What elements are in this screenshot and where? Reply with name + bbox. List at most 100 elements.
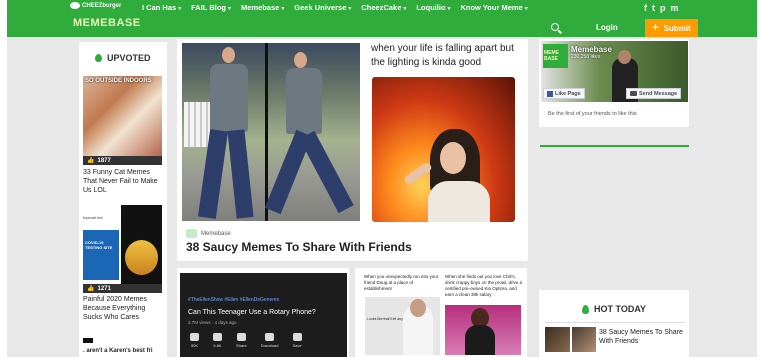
download-label: Download bbox=[260, 343, 279, 348]
thumbs-up-icon bbox=[190, 333, 199, 341]
upvote-count: 1271 bbox=[97, 285, 111, 292]
hot-item-thumb[interactable] bbox=[545, 327, 570, 352]
caret-down-icon: ▼ bbox=[227, 6, 232, 12]
main-nav: I Can Has▼ FAIL Blog▼ Memebase▼ Geek Uni… bbox=[142, 3, 529, 12]
like-button[interactable]: 50K bbox=[190, 333, 199, 348]
video-title[interactable]: Can This Teenager Use a Rotary Phone? bbox=[188, 309, 316, 316]
thumb-phone-image bbox=[121, 205, 162, 284]
like-page-button[interactable]: Like Page bbox=[543, 88, 585, 99]
source-label: Memebase bbox=[201, 230, 231, 237]
dislike-button[interactable]: 6.6K bbox=[213, 333, 222, 348]
social-links: f t p m bbox=[644, 3, 679, 13]
upvoted-title-2020[interactable]: Painful 2020 Memes Because Everything Su… bbox=[83, 295, 165, 322]
facebook-icon[interactable]: f bbox=[644, 3, 647, 13]
cover-person-head bbox=[618, 50, 631, 64]
hot-item-title[interactable]: 38 Saucy Memes To Share With Friends bbox=[599, 328, 684, 346]
meme-image-man: Looks like that'll let anybody in here l… bbox=[365, 297, 440, 355]
save-icon bbox=[292, 333, 302, 341]
thumb-tweet-text: COVID-19 TESTING SITE bbox=[85, 240, 113, 250]
video-meta: 2.7M views · 4 days ago bbox=[188, 320, 237, 325]
nav-geek-universe[interactable]: Geek Universe▼ bbox=[294, 3, 352, 12]
memebase-logo[interactable]: MEMEBASE bbox=[73, 17, 141, 29]
mobile-icon[interactable]: m bbox=[671, 3, 679, 13]
meme-image-woman bbox=[445, 305, 521, 355]
save-button[interactable]: Save bbox=[292, 333, 302, 348]
facebook-icon bbox=[547, 90, 553, 97]
nav-fail-blog[interactable]: FAIL Blog▼ bbox=[191, 3, 232, 12]
source-line[interactable]: Memebase bbox=[186, 229, 231, 238]
thumb-tweet-image: COVID-19 TESTING SITE bbox=[83, 230, 119, 280]
upvoted-thumb-cats[interactable]: SO OUTSIDE INDOORS bbox=[83, 76, 162, 157]
woman-face bbox=[440, 142, 466, 174]
caret-down-icon: ▼ bbox=[446, 6, 452, 12]
section-divider bbox=[540, 145, 689, 147]
upvoted-heading: UPVOTED bbox=[95, 53, 151, 63]
share-icon bbox=[236, 333, 246, 341]
submit-button[interactable]: + Submit bbox=[645, 19, 698, 37]
video-hashtags[interactable]: #TheEllenShow #Ellen #EllenDeGeneres bbox=[188, 297, 279, 303]
facebook-friends-text: Be the first of your friends to like thi… bbox=[548, 111, 637, 117]
meme-text-right: When she finds out you love Chili's, dri… bbox=[445, 274, 523, 297]
person-head bbox=[222, 47, 235, 63]
nav-loquilio[interactable]: Loquilio▼ bbox=[416, 3, 451, 12]
thumbs-up-icon: 👍 bbox=[87, 286, 95, 292]
nav-know-your-meme[interactable]: Know Your Meme▼ bbox=[460, 3, 528, 12]
image-divider bbox=[265, 43, 268, 221]
cheezburger-icon bbox=[70, 2, 80, 9]
feature-image-fire-selfie bbox=[372, 77, 515, 222]
nav-label: CheezCake bbox=[361, 3, 402, 12]
facebook-page-logo[interactable]: MEME BASE bbox=[543, 44, 568, 68]
download-icon bbox=[265, 333, 275, 341]
upvote-count-badge: 👍 1877 bbox=[83, 156, 162, 165]
cheezburger-logo[interactable]: CHEEZburger bbox=[70, 2, 121, 9]
submit-label: Submit bbox=[663, 23, 691, 33]
thumbs-up-icon: 👍 bbox=[87, 158, 95, 164]
nav-label: Loquilio bbox=[416, 3, 446, 12]
meme-text-left: When you unexpectedly run into your frie… bbox=[364, 274, 439, 291]
memebase-source-icon bbox=[186, 229, 197, 238]
caret-down-icon: ▼ bbox=[280, 6, 286, 12]
hot-divider bbox=[545, 322, 685, 323]
nav-label: Memebase bbox=[240, 3, 280, 12]
facebook-likes: 230,258 likes bbox=[571, 54, 601, 60]
twitter-icon[interactable]: t bbox=[652, 3, 655, 13]
search-icon[interactable] bbox=[551, 23, 559, 31]
upvote-count: 1877 bbox=[97, 157, 111, 164]
feature-title[interactable]: 38 Saucy Memes To Share With Friends bbox=[186, 240, 412, 254]
login-link[interactable]: Login bbox=[596, 23, 618, 32]
nav-label: FAIL Blog bbox=[191, 3, 227, 12]
nav-label: Know Your Meme bbox=[460, 3, 523, 12]
caret-down-icon: ▼ bbox=[402, 6, 408, 12]
share-label: Share bbox=[236, 343, 247, 348]
nav-i-can-has[interactable]: I Can Has▼ bbox=[142, 3, 182, 12]
cheezburger-label: CHEEZburger bbox=[82, 2, 122, 9]
thumbs-down-icon bbox=[213, 333, 222, 341]
upvoted-label: UPVOTED bbox=[107, 53, 151, 63]
pinterest-icon[interactable]: p bbox=[660, 3, 666, 13]
upvoted-title-cats[interactable]: 33 Funny Cat Memes That Never Fail to Ma… bbox=[83, 168, 165, 195]
nav-label: Geek Universe bbox=[294, 3, 347, 12]
upvote-icon bbox=[95, 54, 102, 62]
woman-dress bbox=[428, 181, 490, 222]
share-button[interactable]: Share bbox=[236, 333, 247, 348]
dislike-count: 6.6K bbox=[213, 343, 222, 348]
nav-memebase[interactable]: Memebase▼ bbox=[241, 3, 285, 12]
hot-today-heading: HOT TODAY bbox=[582, 304, 646, 314]
upvoted-thumb-2020[interactable]: topsmall text COVID-19 TESTING SITE bbox=[83, 203, 162, 284]
hot-item-thumb[interactable] bbox=[572, 327, 596, 352]
phone-screen bbox=[125, 240, 158, 275]
like-count: 50K bbox=[190, 343, 199, 348]
thumb-caption: topsmall text bbox=[83, 216, 103, 220]
nav-cheezcake[interactable]: CheezCake▼ bbox=[361, 3, 407, 12]
send-message-button[interactable]: Send Message bbox=[626, 88, 682, 99]
upvote-count-badge: 👍 1271 bbox=[83, 284, 162, 293]
person-shirt bbox=[286, 68, 322, 134]
video-player[interactable]: #TheEllenShow #Ellen #EllenDeGeneres Can… bbox=[180, 273, 347, 357]
person-head bbox=[294, 52, 307, 68]
flame-icon bbox=[582, 304, 589, 314]
facebook-page-name[interactable]: Memebase bbox=[571, 45, 612, 54]
upvoted-title-karen[interactable]: . aren't a Karen's best fri bbox=[83, 348, 153, 354]
download-button[interactable]: Download bbox=[260, 333, 279, 348]
send-message-label: Send Message bbox=[639, 90, 678, 97]
message-icon bbox=[630, 91, 637, 96]
